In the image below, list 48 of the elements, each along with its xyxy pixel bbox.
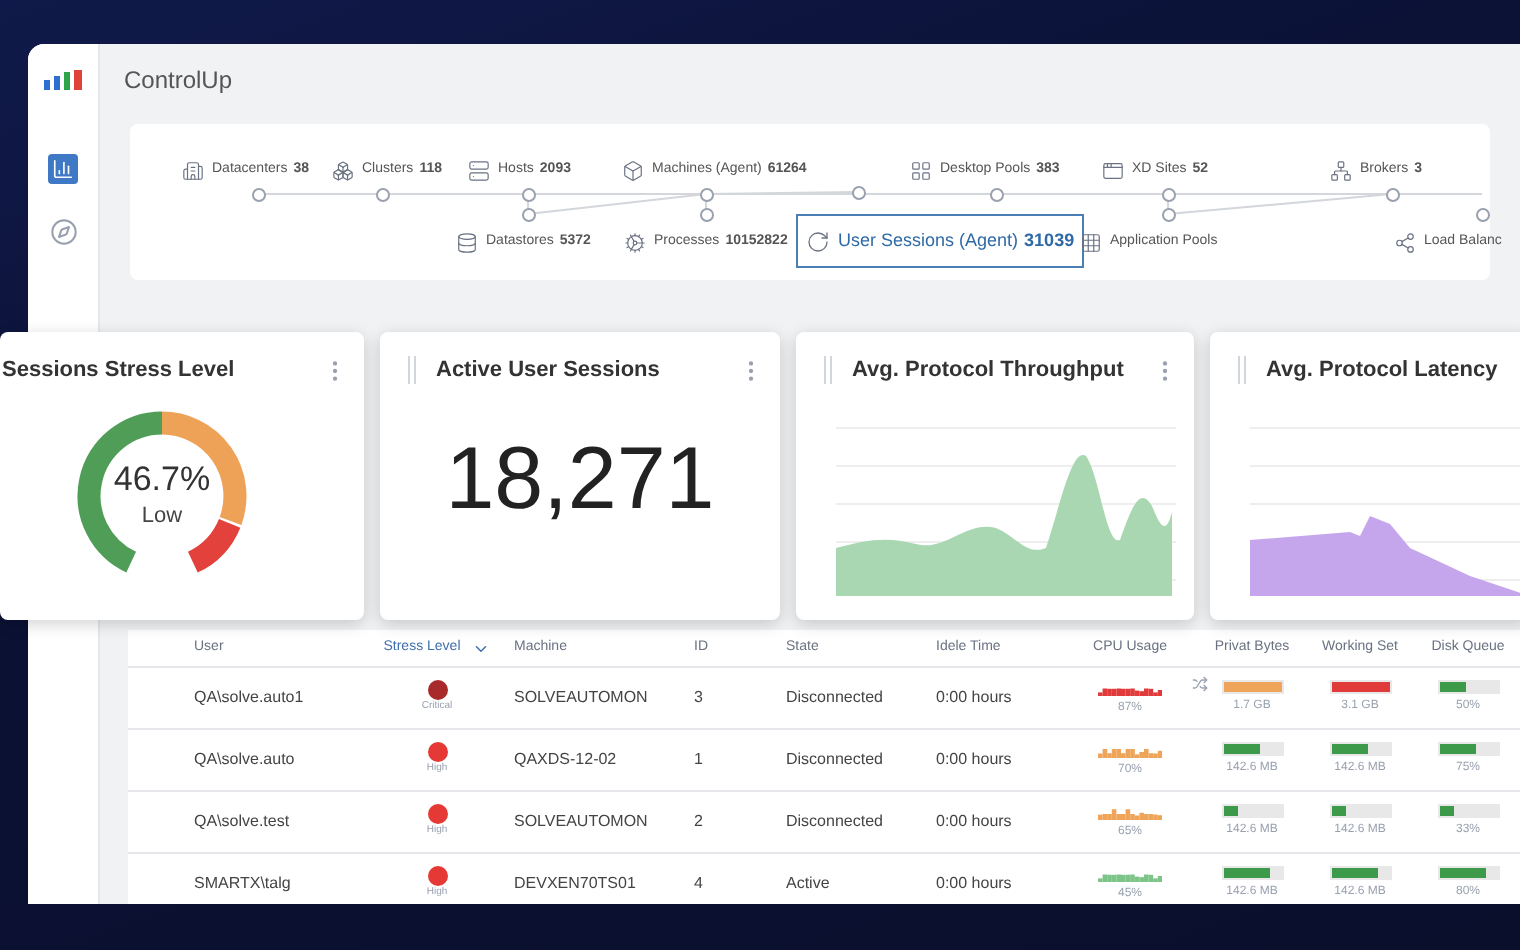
explore-nav-button[interactable] bbox=[48, 216, 78, 246]
card-title: Sessions Stress Level bbox=[2, 355, 235, 386]
machine-cell: QAXDS-12-02 bbox=[514, 750, 617, 768]
drag-handle-icon[interactable] bbox=[408, 356, 416, 384]
database-icon bbox=[456, 231, 478, 253]
id-cell: 2 bbox=[694, 812, 703, 830]
refresh-icon bbox=[806, 229, 830, 253]
machine-cell: DEVXEN70TS01 bbox=[514, 874, 636, 892]
id-cell: 3 bbox=[694, 688, 703, 706]
user-cell: QA\solve.test bbox=[194, 812, 290, 830]
user-cell: QA\solve.auto1 bbox=[194, 688, 304, 706]
card-title: Avg. Protocol Throughput bbox=[852, 355, 1124, 386]
building-icon bbox=[182, 159, 204, 181]
boxes-icon bbox=[332, 159, 354, 181]
gauge-value: 46.7% bbox=[113, 458, 211, 501]
user-cell: QA\solve.auto bbox=[194, 750, 295, 768]
logo-icon bbox=[43, 70, 83, 90]
grid-icon bbox=[910, 159, 932, 181]
topology-node[interactable]: User Sessions (Agent) 31039 bbox=[796, 214, 1085, 268]
card-title: Active User Sessions bbox=[436, 355, 660, 386]
state-cell: Disconnected bbox=[786, 812, 883, 830]
session-count: 18,271 bbox=[445, 436, 715, 524]
dashboard-nav-button[interactable] bbox=[48, 154, 78, 184]
cube-icon bbox=[622, 159, 644, 181]
machine-cell: SOLVEAUTOMON bbox=[514, 812, 648, 830]
idle-time-cell: 0:00 hours bbox=[936, 688, 1012, 706]
grid-icon bbox=[1080, 231, 1102, 253]
idle-time-cell: 0:00 hours bbox=[936, 874, 1012, 892]
id-cell: 4 bbox=[694, 874, 703, 892]
network-icon bbox=[1330, 159, 1352, 181]
state-cell: Disconnected bbox=[786, 688, 883, 706]
user-cell: SMARTX\talg bbox=[194, 874, 291, 892]
shuffle-icon[interactable] bbox=[1192, 675, 1208, 691]
window-icon bbox=[1102, 159, 1124, 181]
drag-handle-icon[interactable] bbox=[824, 356, 832, 384]
drag-handle-icon[interactable] bbox=[1238, 356, 1246, 384]
gear-icon bbox=[624, 231, 646, 253]
state-cell: Active bbox=[786, 874, 830, 892]
machine-cell: SOLVEAUTOMON bbox=[514, 688, 648, 706]
id-cell: 1 bbox=[694, 750, 703, 768]
card-title: Avg. Protocol Latency bbox=[1266, 355, 1498, 386]
app-title: ControlUp bbox=[124, 64, 233, 98]
state-cell: Disconnected bbox=[786, 750, 883, 768]
share-icon bbox=[1394, 231, 1416, 253]
server-icon bbox=[468, 159, 490, 181]
idle-time-cell: 0:00 hours bbox=[936, 750, 1012, 768]
gauge-caption: Low bbox=[141, 502, 183, 533]
idle-time-cell: 0:00 hours bbox=[936, 812, 1012, 830]
